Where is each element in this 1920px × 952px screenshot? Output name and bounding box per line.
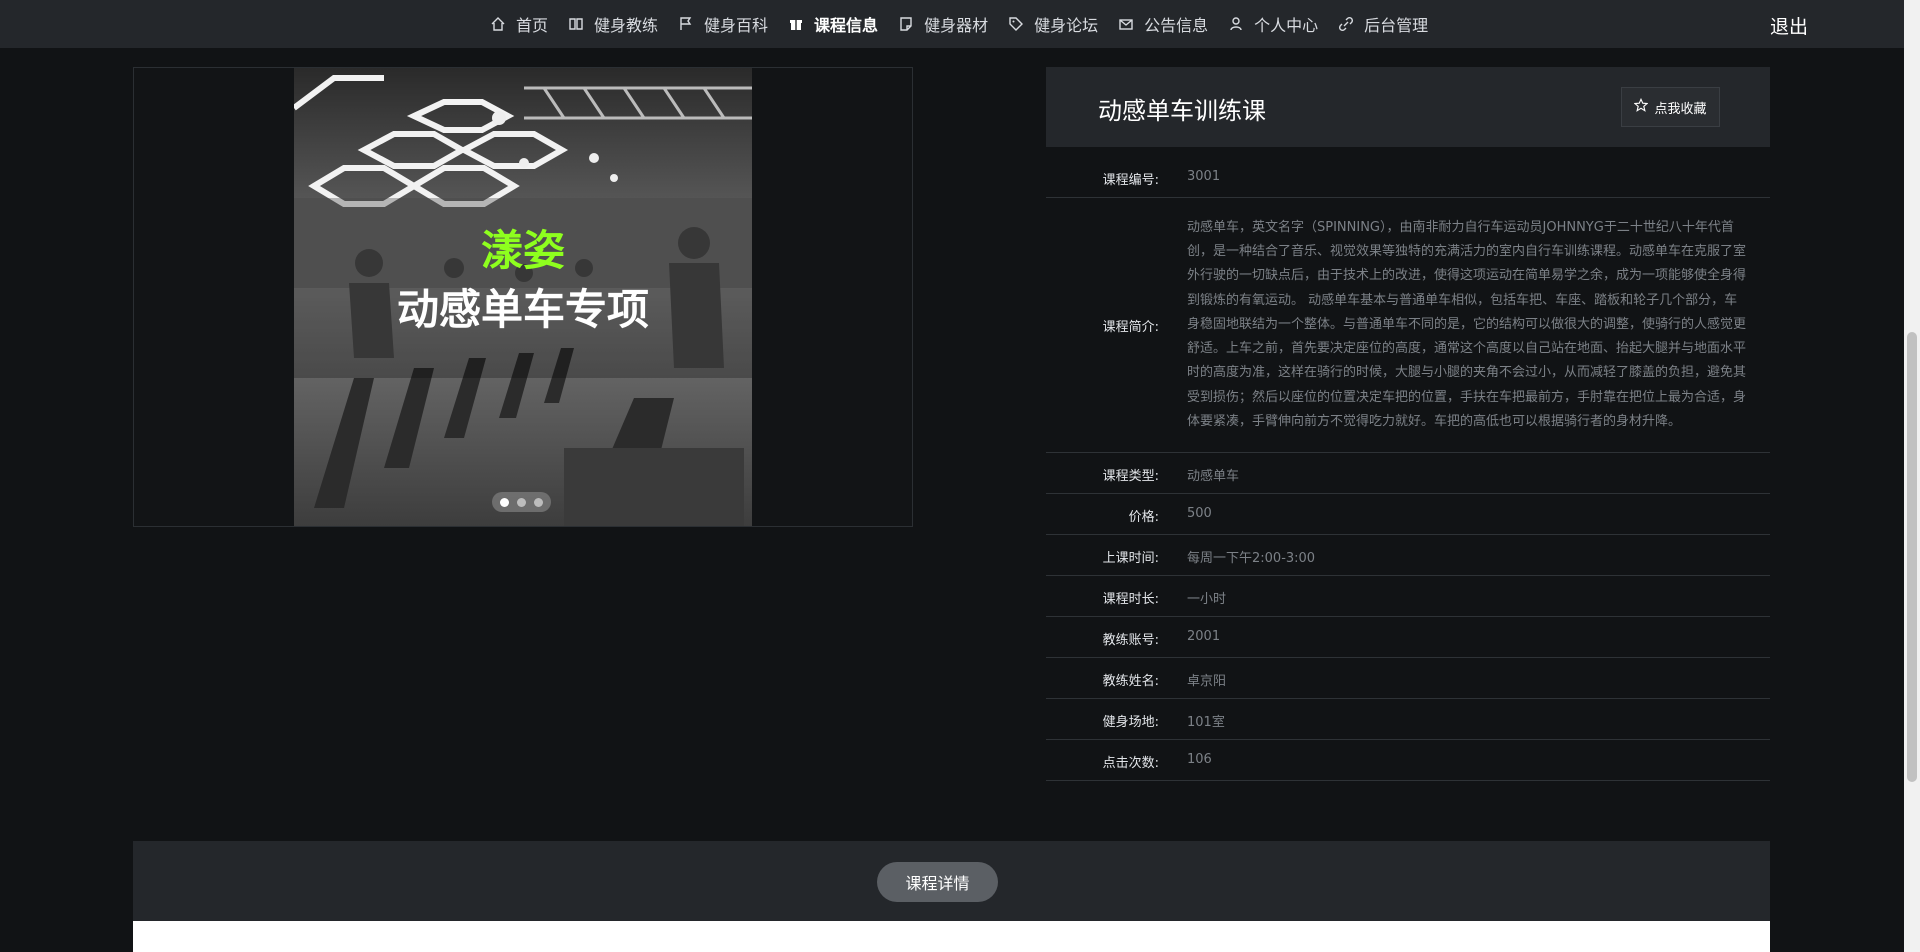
nav-item-coaches[interactable]: 健身教练 (558, 0, 668, 48)
field-price: 价格: 500 (1046, 494, 1770, 535)
field-value: 3001 (1187, 169, 1221, 184)
field-label: 价格: (1128, 510, 1159, 525)
nav-item-courses[interactable]: 课程信息 (778, 0, 888, 48)
nav-label: 后台管理 (1364, 16, 1429, 35)
link-icon (1338, 16, 1354, 32)
main-nav: 首页 健身教练 健身百科 课程信息 健身器材 健身论坛 公告信息 个人中心 后台… (480, 0, 1438, 48)
nav-item-forum[interactable]: 健身论坛 (998, 0, 1108, 48)
nav-label: 健身器材 (924, 16, 989, 35)
field-coach-account: 教练账号: 2001 (1046, 617, 1770, 658)
field-value: 动感单车 (1187, 469, 1240, 484)
field-class-time: 上课时间: 每周一下午2:00-3:00 (1046, 535, 1770, 576)
note-icon (898, 16, 914, 32)
scrollbar-thumb[interactable] (1907, 332, 1917, 782)
home-icon (490, 16, 506, 32)
carousel-dot-2[interactable] (517, 497, 526, 507)
nav-item-admin[interactable]: 后台管理 (1328, 0, 1438, 48)
slide-title: 动感单车专项 (397, 285, 649, 334)
favorite-button[interactable]: 点我收藏 (1621, 87, 1720, 127)
nav-label: 健身百科 (704, 16, 769, 35)
nav-item-encyclopedia[interactable]: 健身百科 (668, 0, 778, 48)
field-label: 课程时长: (1102, 592, 1159, 607)
field-label: 课程类型: (1102, 469, 1159, 484)
course-header: 动感单车训练课 点我收藏 (1046, 67, 1770, 147)
carousel-slide[interactable]: 漾姿 动感单车专项 (294, 68, 752, 526)
carousel-dot-3[interactable] (534, 497, 543, 507)
field-value: 每周一下午2:00-3:00 (1187, 551, 1316, 566)
detail-content-panel (133, 921, 1770, 952)
nav-label: 首页 (516, 16, 549, 35)
field-value: 一小时 (1187, 592, 1227, 607)
field-label: 教练账号: (1102, 633, 1159, 648)
field-venue: 健身场地: 101室 (1046, 699, 1770, 740)
user-icon (1228, 16, 1244, 32)
field-duration: 课程时长: 一小时 (1046, 576, 1770, 617)
page-scrollbar[interactable] (1904, 0, 1920, 952)
field-label: 点击次数: (1102, 756, 1159, 771)
logout-link[interactable]: 退出 (1770, 12, 1808, 39)
nav-label: 健身教练 (594, 16, 659, 35)
tag-icon (1008, 16, 1024, 32)
field-value: 动感单车，英文名字（SPINNING），由南非耐力自行车运动员JOHNNYG于二… (1187, 219, 1747, 430)
field-value: 2001 (1187, 629, 1221, 644)
flag-icon (678, 16, 694, 32)
course-title: 动感单车训练课 (1098, 97, 1266, 125)
nav-label: 健身论坛 (1034, 16, 1099, 35)
tab-course-details[interactable]: 课程详情 (877, 862, 998, 902)
favorite-label: 点我收藏 (1654, 101, 1707, 117)
nav-label: 课程信息 (814, 16, 879, 35)
field-label: 健身场地: (1102, 715, 1159, 730)
book-icon (568, 16, 584, 32)
detail-tab-bar: 课程详情 (133, 841, 1770, 921)
nav-label: 公告信息 (1144, 16, 1209, 35)
nav-item-notices[interactable]: 公告信息 (1108, 0, 1218, 48)
mail-icon (1118, 16, 1134, 32)
gift-icon (788, 16, 804, 32)
field-value: 106 (1187, 752, 1212, 767)
spinning-class-photo: 漾姿 动感单车专项 (294, 68, 752, 526)
field-course-intro: 课程简介: 动感单车，英文名字（SPINNING），由南非耐力自行车运动员JOH… (1046, 198, 1770, 453)
field-coach-name: 教练姓名: 卓京阳 (1046, 658, 1770, 699)
field-course-type: 课程类型: 动感单车 (1046, 453, 1770, 494)
slide-brand: 漾姿 (481, 226, 565, 275)
field-value: 500 (1187, 506, 1212, 521)
top-navbar: 首页 健身教练 健身百科 课程信息 健身器材 健身论坛 公告信息 个人中心 后台… (0, 0, 1904, 48)
field-course-id: 课程编号: 3001 (1046, 157, 1770, 198)
carousel-dot-1[interactable] (500, 497, 509, 507)
nav-label: 个人中心 (1254, 16, 1319, 35)
star-icon (1633, 97, 1650, 116)
field-click-count: 点击次数: 106 (1046, 740, 1770, 781)
field-label: 课程编号: (1102, 173, 1159, 188)
course-details: 课程编号: 3001 课程简介: 动感单车，英文名字（SPINNING），由南非… (1046, 157, 1770, 781)
field-label: 上课时间: (1102, 551, 1159, 566)
nav-item-equipment[interactable]: 健身器材 (888, 0, 998, 48)
carousel-dots (492, 492, 551, 512)
image-carousel: 漾姿 动感单车专项 (133, 67, 913, 527)
field-value: 卓京阳 (1187, 674, 1227, 689)
field-label: 课程简介: (1102, 319, 1159, 335)
field-label: 教练姓名: (1102, 674, 1159, 689)
field-value: 101室 (1187, 715, 1225, 730)
nav-item-profile[interactable]: 个人中心 (1218, 0, 1328, 48)
nav-item-home[interactable]: 首页 (480, 0, 558, 48)
